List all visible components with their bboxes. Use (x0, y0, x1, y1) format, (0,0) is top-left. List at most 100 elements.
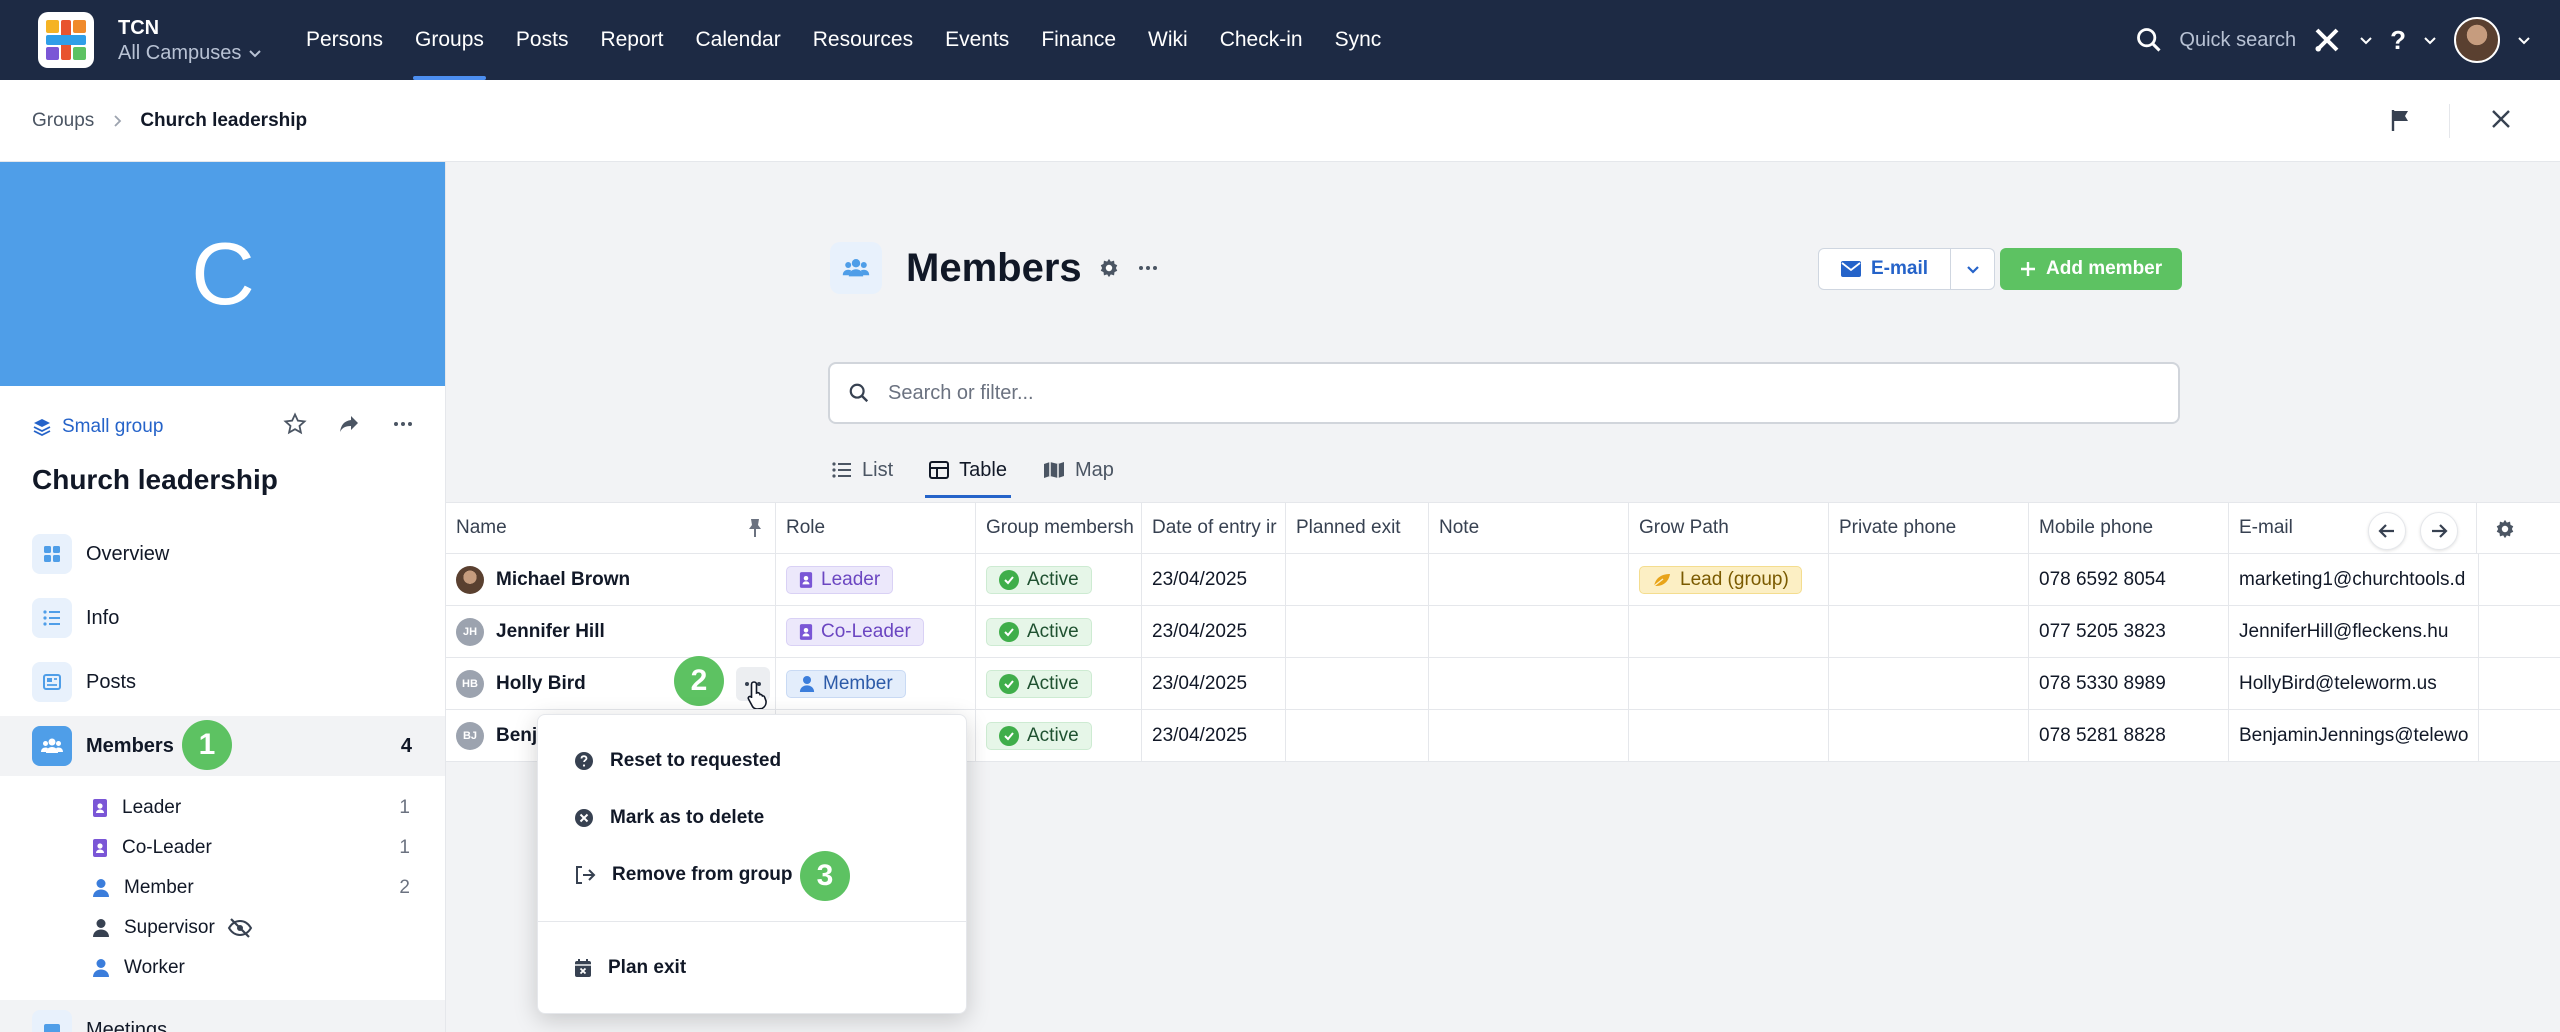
table-row[interactable]: JH Jennifer Hill Co-Leader Active 23/04/… (446, 606, 2560, 658)
tab-map[interactable]: Map (1043, 446, 1114, 494)
nav-calendar[interactable]: Calendar (679, 0, 796, 80)
table-row[interactable]: Michael Brown Leader Active 23/04/2025 L… (446, 554, 2560, 606)
chevron-down-icon (1966, 266, 1979, 274)
name-cell[interactable]: HB Holly Bird (446, 658, 776, 709)
tab-label: Table (959, 458, 1007, 481)
churchtools-logo[interactable] (38, 12, 94, 68)
role-count: 1 (399, 837, 410, 858)
more-icon[interactable] (391, 412, 415, 436)
mobile-phone-cell[interactable]: 078 5281 8828 (2029, 710, 2229, 761)
menu-item-reset-to-requested[interactable]: Reset to requested (574, 741, 781, 781)
nav-persons[interactable]: Persons (290, 0, 399, 80)
column-header-mobile-phone[interactable]: Mobile phone (2029, 503, 2229, 553)
email-button[interactable]: E-mail (1818, 248, 1952, 290)
column-header-private-phone[interactable]: Private phone (1829, 503, 2029, 553)
menu-item-mark-as-to-delete[interactable]: Mark as to delete (574, 798, 764, 838)
star-icon[interactable] (283, 412, 307, 436)
role-count: 1 (399, 797, 410, 818)
sidebar-role-co-leader[interactable]: Co-Leader 1 (92, 828, 422, 868)
flag-icon[interactable] (2390, 108, 2412, 132)
nav-finance[interactable]: Finance (1025, 0, 1132, 80)
nav-report[interactable]: Report (584, 0, 679, 80)
member-name[interactable]: Benj (496, 725, 537, 747)
nav-wiki[interactable]: Wiki (1132, 0, 1204, 80)
nav-events[interactable]: Events (929, 0, 1025, 80)
nav-sync[interactable]: Sync (1319, 0, 1398, 80)
pin-icon[interactable] (747, 518, 763, 538)
share-icon[interactable] (337, 412, 361, 436)
column-header-membership[interactable]: Group membersh (976, 503, 1142, 553)
nav-posts[interactable]: Posts (500, 0, 585, 80)
scroll-left-button[interactable] (2368, 512, 2406, 550)
member-name[interactable]: Holly Bird (496, 673, 586, 695)
map-icon (1043, 462, 1064, 478)
email-button-group: E-mail (1818, 248, 1996, 290)
tab-table[interactable]: Table (925, 446, 1011, 498)
menu-item-plan-exit[interactable]: Plan exit (574, 948, 686, 988)
search-input[interactable] (888, 381, 2088, 405)
chevron-down-icon[interactable] (2516, 32, 2532, 48)
group-type-link[interactable]: Small group (32, 416, 163, 438)
sidebar-item-posts[interactable]: Posts (0, 652, 445, 712)
date-cell: 23/04/2025 (1142, 606, 1286, 657)
chevron-down-icon[interactable] (2422, 32, 2438, 48)
table-row[interactable]: HB Holly Bird Member Active 23/04/2025 0… (446, 658, 2560, 710)
mobile-phone-cell[interactable]: 078 6592 8054 (2029, 554, 2229, 605)
sidebar-role-member[interactable]: Member 2 (92, 868, 422, 908)
campus-select[interactable]: All Campuses (118, 40, 263, 66)
scroll-right-button[interactable] (2420, 512, 2458, 550)
breadcrumb: Groups Church leadership (0, 80, 2560, 162)
close-icon[interactable] (2488, 106, 2514, 132)
sidebar-item-overview[interactable]: Overview (0, 524, 445, 584)
gear-icon[interactable] (2494, 518, 2516, 540)
gear-icon[interactable] (1098, 257, 1120, 279)
help-icon[interactable]: ? (2390, 25, 2406, 56)
quick-search[interactable]: Quick search (2179, 29, 2296, 52)
date-cell: 23/04/2025 (1142, 710, 1286, 761)
mobile-phone-cell[interactable]: 078 5330 8989 (2029, 658, 2229, 709)
role-badge: Leader (786, 565, 894, 594)
column-header-role[interactable]: Role (776, 503, 976, 553)
user-avatar[interactable] (2454, 17, 2500, 63)
sidebar-role-worker[interactable]: Worker (92, 948, 422, 988)
name-cell[interactable]: JH Jennifer Hill (446, 606, 776, 657)
role-cell: Co-Leader (776, 606, 976, 657)
sidebar-item-info[interactable]: Info (0, 588, 445, 648)
organization-switcher[interactable]: TCN All Campuses (118, 16, 263, 66)
email-cell[interactable]: marketing1@churchtools.d (2229, 554, 2479, 605)
tools-icon[interactable] (2312, 25, 2342, 55)
chevron-down-icon[interactable] (2358, 32, 2374, 48)
column-header-grow-path[interactable]: Grow Path (1629, 503, 1829, 553)
sidebar-item-meetings[interactable]: Meetings (0, 1000, 445, 1032)
column-header-note[interactable]: Note (1429, 503, 1629, 553)
menu-item-label: Remove from group (612, 864, 793, 885)
nav-check-in[interactable]: Check-in (1204, 0, 1319, 80)
sidebar-role-supervisor[interactable]: Supervisor (92, 908, 422, 948)
member-name[interactable]: Michael Brown (496, 569, 630, 591)
email-cell[interactable]: HollyBird@teleworm.us (2229, 658, 2479, 709)
nav-groups[interactable]: Groups (399, 0, 500, 80)
column-header-date-of-entry[interactable]: Date of entry ir (1142, 503, 1286, 553)
search-icon[interactable] (2135, 26, 2163, 54)
menu-item-label: Mark as to delete (610, 807, 765, 828)
menu-item-remove-from-group[interactable]: Remove from group (574, 855, 793, 895)
column-header-planned-exit[interactable]: Planned exit (1286, 503, 1429, 553)
column-header-name[interactable]: Name (446, 503, 776, 553)
email-dropdown-button[interactable] (1951, 248, 1996, 290)
step-marker-3: 3 (800, 851, 850, 901)
add-member-button[interactable]: Add member (2000, 248, 2183, 290)
grid-icon (32, 534, 72, 574)
name-cell[interactable]: Michael Brown (446, 554, 776, 605)
breadcrumb-groups[interactable]: Groups (32, 110, 94, 132)
grow-path-cell (1629, 710, 1829, 761)
more-icon[interactable] (1136, 256, 1160, 280)
email-cell[interactable]: JenniferHill@fleckens.hu (2229, 606, 2479, 657)
role-badge-icon (799, 571, 813, 588)
person-icon (799, 675, 815, 692)
mobile-phone-cell[interactable]: 077 5205 3823 (2029, 606, 2229, 657)
tab-list[interactable]: List (832, 446, 893, 494)
email-cell[interactable]: BenjaminJennings@telewo (2229, 710, 2479, 761)
nav-resources[interactable]: Resources (797, 0, 929, 80)
sidebar-role-leader[interactable]: Leader 1 (92, 788, 422, 828)
member-name[interactable]: Jennifer Hill (496, 621, 605, 643)
